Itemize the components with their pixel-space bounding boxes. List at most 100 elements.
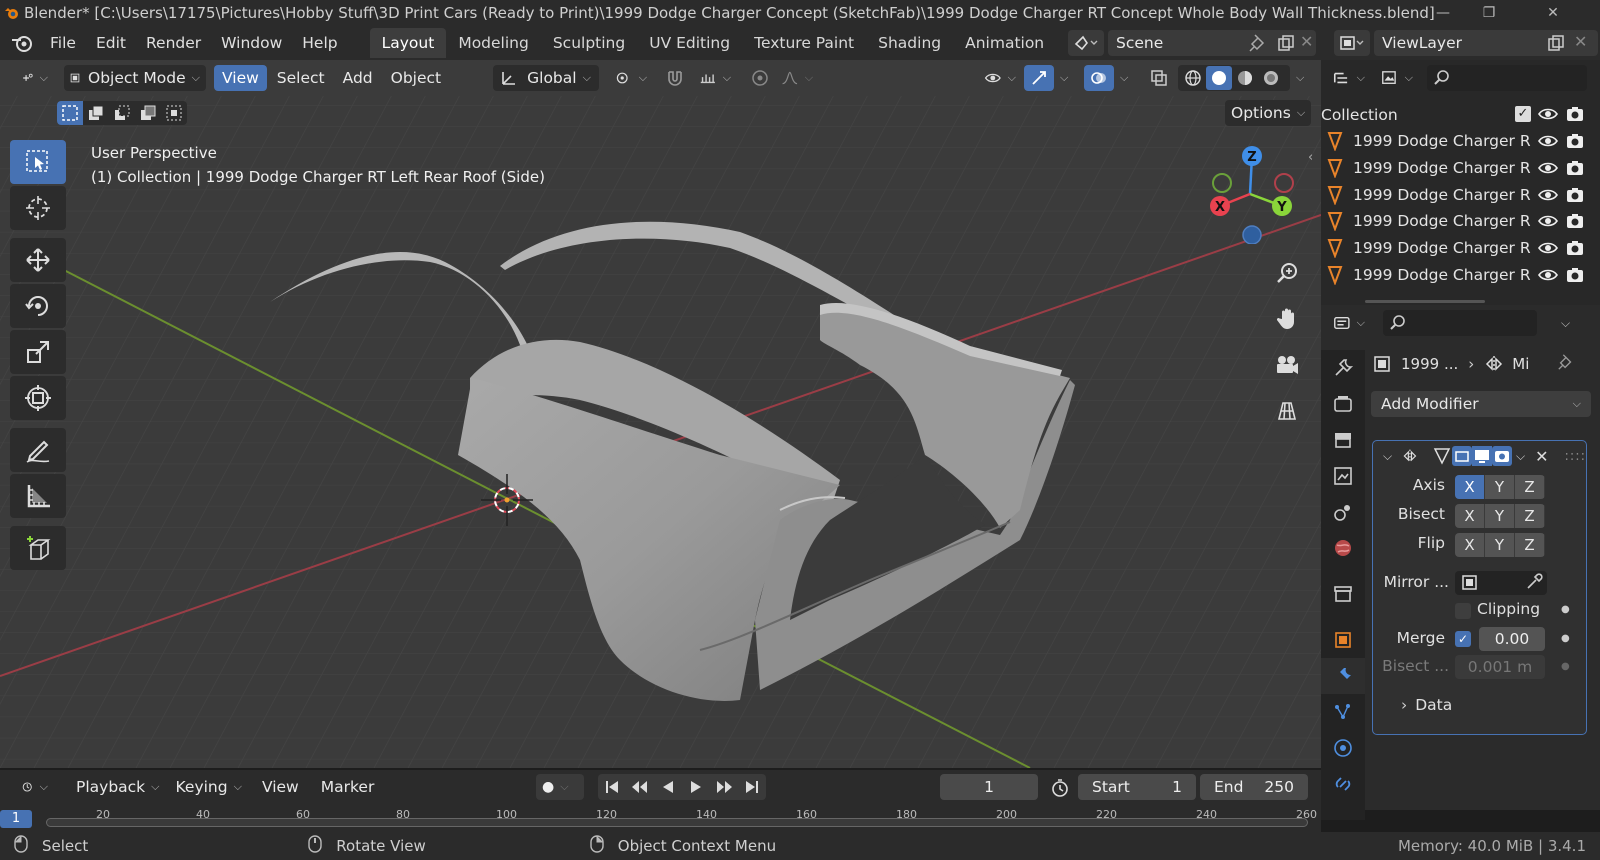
scale-tool[interactable] — [10, 330, 66, 374]
jump-keyframe-back-icon[interactable] — [626, 774, 654, 800]
bisect-keyframe-icon[interactable]: ● — [1561, 661, 1570, 672]
camera-render-icon[interactable] — [1565, 239, 1585, 261]
xray-toggle-icon[interactable] — [1144, 65, 1174, 91]
end-frame-field[interactable]: End 250 — [1200, 774, 1308, 800]
auto-keying-button[interactable]: ● ⌵ — [536, 774, 584, 800]
collection-checkbox[interactable]: ✓ — [1515, 106, 1531, 122]
outliner-object-row[interactable]: 1999 Dodge Charger R — [1321, 182, 1600, 208]
render-tab-icon[interactable] — [1321, 386, 1365, 422]
eye-icon[interactable] — [1537, 212, 1559, 234]
menu-render[interactable]: Render — [136, 30, 211, 56]
properties-options-icon[interactable]: ⌵ — [1561, 316, 1570, 331]
select-invert-icon[interactable] — [135, 101, 161, 125]
outliner-object-row[interactable]: 1999 Dodge Charger R — [1321, 262, 1600, 288]
gizmo-toggle-icon[interactable] — [1024, 65, 1054, 91]
navigation-gizmo[interactable]: Z Y X — [1200, 144, 1300, 244]
bisect-distance-field[interactable]: 0.001 m — [1455, 655, 1545, 679]
tab-shading[interactable]: Shading — [866, 28, 953, 58]
start-frame-field[interactable]: Start 1 — [1078, 774, 1196, 800]
viewport-display-toggle-icon[interactable] — [1471, 446, 1492, 466]
outliner-editor-type-icon[interactable]: ⌵ — [1327, 65, 1371, 91]
eye-icon[interactable] — [1537, 132, 1559, 154]
constraints-tab-icon[interactable] — [1321, 766, 1365, 802]
select-box-tool[interactable] — [10, 140, 66, 184]
world-tab-icon[interactable] — [1321, 530, 1365, 566]
editor-type-icon[interactable]: ⌵ — [16, 65, 54, 91]
move-tool[interactable] — [10, 238, 66, 282]
mirror-object-field[interactable] — [1455, 571, 1547, 595]
new-viewlayer-icon[interactable] — [1546, 33, 1566, 57]
pin-icon[interactable] — [1248, 33, 1268, 57]
stopwatch-icon[interactable] — [1050, 778, 1070, 802]
merge-checkbox[interactable]: ✓ — [1455, 631, 1471, 647]
tab-uv-editing[interactable]: UV Editing — [637, 28, 742, 58]
object-menu[interactable]: Object — [383, 65, 449, 91]
clipping-checkbox[interactable] — [1455, 603, 1471, 619]
minimize-button[interactable]: — — [1420, 0, 1466, 26]
playhead-frame-indicator[interactable]: 1 — [0, 810, 32, 828]
tab-animation[interactable]: Animation — [953, 28, 1056, 58]
view-layer-tab-icon[interactable] — [1321, 458, 1365, 494]
proportional-edit-icon[interactable] — [745, 65, 775, 91]
output-tab-icon[interactable] — [1321, 422, 1365, 458]
flip-x-toggle[interactable]: X — [1455, 533, 1485, 557]
options-dropdown[interactable]: Options ⌵ — [1225, 100, 1311, 126]
falloff-curve-icon[interactable]: ⌵ — [775, 65, 819, 91]
add-menu[interactable]: Add — [335, 65, 381, 91]
properties-search-input[interactable] — [1383, 310, 1537, 336]
playback-menu[interactable]: Playback ⌵ — [70, 774, 166, 800]
physics-tab-icon[interactable] — [1321, 730, 1365, 766]
axis-z-toggle[interactable]: Z — [1515, 475, 1545, 499]
eye-icon[interactable] — [1537, 239, 1559, 261]
pivot-point-icon[interactable]: ⌵ — [609, 65, 653, 91]
viewlayer-selector[interactable]: ViewLayer ✕ — [1374, 30, 1598, 56]
camera-render-icon[interactable] — [1565, 186, 1585, 208]
render-toggle-icon[interactable] — [1491, 446, 1512, 466]
transform-orientation-dropdown[interactable]: Global ⌵ — [493, 65, 600, 91]
outliner-object-row[interactable]: 1999 Dodge Charger R — [1321, 235, 1600, 261]
play-reverse-icon[interactable] — [654, 774, 682, 800]
collection-tab-icon[interactable] — [1321, 576, 1365, 612]
flip-z-toggle[interactable]: Z — [1515, 533, 1545, 557]
select-intersect-icon[interactable] — [161, 101, 187, 125]
camera-render-icon[interactable] — [1565, 266, 1585, 288]
gizmo-dropdown-icon[interactable]: ⌵ — [1054, 65, 1074, 91]
orthographic-grid-icon[interactable] — [1269, 393, 1305, 429]
zoom-icon[interactable] — [1269, 255, 1305, 291]
current-frame-field[interactable]: 1 — [940, 774, 1038, 800]
drag-handle-icon[interactable]: :::: — [1564, 449, 1586, 464]
timeline-scrollbar[interactable] — [46, 818, 1308, 827]
outliner-scrollbar[interactable] — [1365, 300, 1485, 303]
collapse-chevron-icon[interactable]: ⌵ — [1383, 449, 1392, 464]
rotate-tool[interactable] — [10, 284, 66, 328]
camera-render-icon[interactable] — [1565, 159, 1585, 181]
new-scene-icon[interactable] — [1276, 33, 1296, 57]
blender-menu-icon[interactable] — [10, 33, 34, 53]
axis-x-toggle[interactable]: X — [1455, 475, 1485, 499]
scene-tab-icon[interactable] — [1321, 494, 1365, 530]
camera-view-icon[interactable] — [1269, 347, 1305, 383]
merge-distance-field[interactable]: 0.00 — [1479, 627, 1545, 651]
scene-selector[interactable]: Scene ✕ — [1108, 30, 1316, 56]
timeline-editor-type-icon[interactable]: ⌵ — [16, 774, 54, 800]
bisect-z-toggle[interactable]: Z — [1515, 504, 1545, 528]
close-window-button[interactable]: ✕ — [1530, 0, 1576, 26]
maximize-button[interactable]: ❐ — [1466, 0, 1512, 26]
data-subpanel-toggle[interactable]: › Data — [1401, 696, 1452, 714]
tab-sculpting[interactable]: Sculpting — [541, 28, 637, 58]
overlays-toggle-icon[interactable] — [1084, 65, 1114, 91]
select-subtract-icon[interactable] — [109, 101, 135, 125]
timeline-view-menu[interactable]: View — [254, 774, 307, 800]
display-mode-icon[interactable]: ⌵ — [1375, 65, 1419, 91]
merge-keyframe-icon[interactable]: ● — [1561, 633, 1570, 644]
modifier-options-icon[interactable]: ⌵ — [1516, 449, 1525, 464]
measure-tool[interactable] — [10, 474, 66, 518]
scene-browse-icon[interactable] — [1068, 30, 1104, 56]
eye-icon[interactable] — [1537, 266, 1559, 288]
delete-viewlayer-icon[interactable]: ✕ — [1574, 32, 1587, 51]
cage-toggle-icon[interactable] — [1451, 446, 1472, 466]
rendered-shading-icon[interactable] — [1258, 69, 1284, 87]
outliner-object-row[interactable]: 1999 Dodge Charger R — [1321, 128, 1600, 154]
pan-hand-icon[interactable] — [1269, 301, 1305, 337]
properties-editor-type-icon[interactable]: ⌵ — [1327, 310, 1371, 336]
